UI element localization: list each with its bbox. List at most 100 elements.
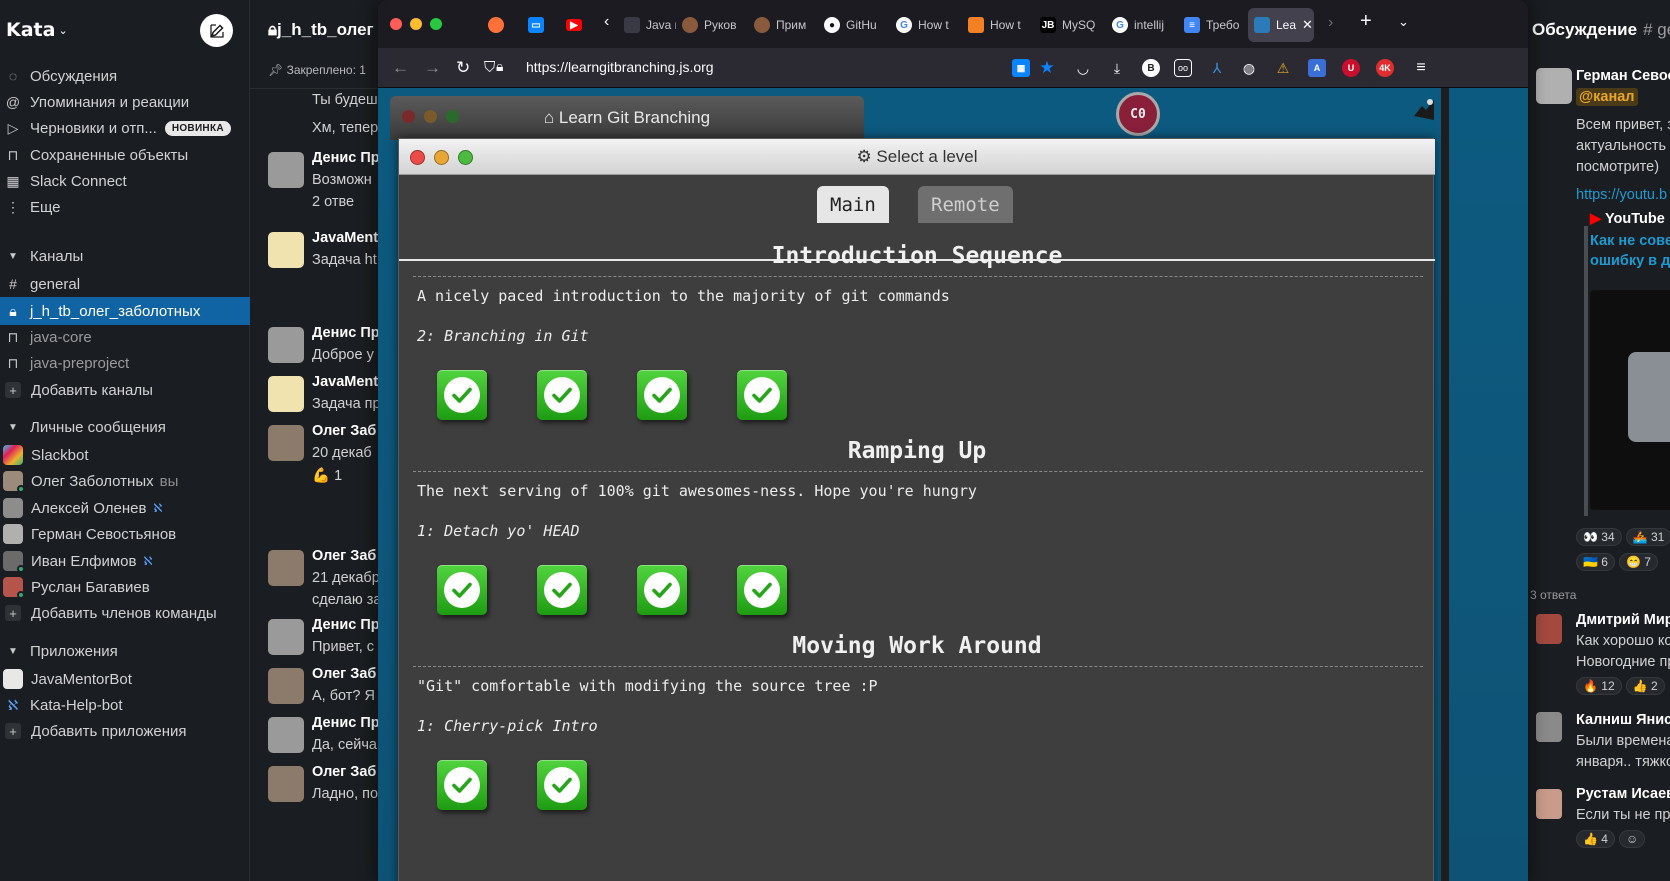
channels-section[interactable]: ▼ Каналы [0, 242, 250, 270]
nav-saved[interactable]: ⊓ Сохраненные объекты [0, 141, 250, 169]
close-window-button[interactable] [390, 18, 402, 30]
reaction[interactable]: 👍 4 [1576, 830, 1615, 848]
workspace-header[interactable]: Kata ⌄ [0, 0, 249, 60]
add-apps[interactable]: + Добавить приложения [0, 717, 250, 745]
tab-item[interactable]: Прим [754, 8, 820, 42]
message-author[interactable]: Герман Севост [1576, 68, 1670, 84]
back-icon[interactable]: ← [392, 58, 409, 78]
tab-scroll-right-icon[interactable]: › [1328, 14, 1333, 32]
extension-warn-icon[interactable]: ⚠ [1274, 59, 1292, 77]
nav-mentions[interactable]: @ Упоминания и реакции [0, 88, 250, 116]
message-author[interactable]: Рустам Исаев [1576, 786, 1670, 802]
reaction[interactable]: 🇺🇦 6 [1576, 553, 1615, 571]
chevron-down-icon[interactable]: ⌄ [58, 24, 67, 37]
tab-item[interactable]: ● GitHu [824, 8, 890, 42]
add-members[interactable]: + Добавить членов команды [0, 599, 250, 627]
pinned-bar[interactable]: 📌︎ Закреплено: 1 [268, 63, 366, 77]
tab-firefox[interactable] [488, 8, 504, 42]
tab-scroll-left-icon[interactable]: ‹ [604, 13, 609, 31]
message-author[interactable]: Денис Пр [312, 617, 380, 633]
tab-item[interactable]: Руков [682, 8, 748, 42]
level-button[interactable] [437, 760, 487, 810]
reaction[interactable]: 🔥 12 [1576, 677, 1622, 695]
level-button[interactable] [737, 370, 787, 420]
nav-more[interactable]: ⋮ Еще [0, 193, 250, 221]
message-author[interactable]: JavaMent [312, 374, 378, 390]
app-kata-help-bot[interactable]: ℵ Kata-Help-bot [0, 691, 250, 719]
add-channels[interactable]: + Добавить каналы [0, 376, 250, 404]
url-text[interactable]: https://learngitbranching.js.org [526, 59, 714, 75]
ublock-icon[interactable]: U [1342, 59, 1360, 77]
apps-section[interactable]: ▼ Приложения [0, 637, 250, 665]
download-icon[interactable]: ⤓ [1108, 59, 1126, 77]
mention-tag[interactable]: @канал [1576, 88, 1638, 106]
page-scrollbar[interactable] [1441, 88, 1449, 881]
bookmark-star-icon[interactable]: ★ [1038, 58, 1056, 77]
message-author[interactable]: Калниш Янис [1576, 712, 1670, 728]
video-title[interactable]: ошибку в де [1590, 253, 1670, 269]
reaction[interactable]: 👍 2 [1625, 677, 1665, 695]
channel-j-h-tb[interactable]: 🔒︎ j_h_tb_олег_заболотных [0, 297, 250, 325]
avatar[interactable] [1536, 789, 1562, 819]
containers-icon[interactable]: ▦ [1012, 59, 1030, 77]
level-button[interactable] [637, 565, 687, 615]
video-thumbnail[interactable] [1590, 290, 1670, 510]
message-author[interactable]: Денис Пр [312, 715, 380, 731]
message-author[interactable]: Денис Пр [312, 325, 380, 341]
youtube-link[interactable]: https://youtu.b [1576, 187, 1667, 203]
video-title[interactable]: Как не совер [1590, 233, 1670, 249]
tab-list-icon[interactable]: ⌄ [1398, 14, 1409, 30]
message-author[interactable]: Олег Заб [312, 548, 376, 564]
shield-icon[interactable]: ⛉ [484, 59, 495, 76]
tab-item[interactable]: How t [968, 8, 1034, 42]
dm-oleg[interactable]: Олег Заболотных вы [0, 467, 250, 495]
menu-icon[interactable]: ≡ [1412, 59, 1430, 77]
tab-chat[interactable]: ▭ [528, 8, 544, 42]
avatar[interactable] [1536, 614, 1562, 644]
reaction[interactable]: 😁 7 [1618, 553, 1658, 571]
extension-icon[interactable]: oo [1174, 59, 1192, 77]
channel-java-preproject[interactable]: ⊓ java-preproject [0, 349, 250, 377]
message-author[interactable]: Дмитрий Мир [1576, 612, 1670, 628]
compose-button[interactable] [200, 14, 233, 47]
dm-ivan[interactable]: Иван Елфимов ℵ [0, 547, 250, 575]
channel-java-core[interactable]: ⊓ java-core [0, 323, 250, 351]
forward-icon[interactable]: → [424, 58, 441, 78]
channel-title[interactable]: 🔒︎j_h_tb_олег [268, 20, 374, 40]
tab-item[interactable]: JB MySQ [1040, 8, 1106, 42]
lock-icon[interactable]: 🔒︎ [496, 58, 503, 75]
tab-item[interactable]: G How t [896, 8, 962, 42]
dm-slackbot[interactable]: Slackbot [0, 441, 250, 469]
level-button[interactable] [537, 565, 587, 615]
message-author[interactable]: Олег Заб [312, 666, 376, 682]
translate-icon[interactable]: A [1308, 59, 1326, 77]
reaction[interactable]: 🚣 31 [1625, 528, 1670, 546]
level-button[interactable] [537, 370, 587, 420]
message-author[interactable]: Олег Заб [312, 423, 376, 439]
nav-slack-connect[interactable]: ▦ Slack Connect [0, 167, 250, 195]
tab-item[interactable]: Java и [624, 8, 676, 42]
tab-item[interactable]: Gintellij [1112, 8, 1178, 42]
pocket-icon[interactable]: ◡ [1074, 59, 1092, 77]
dm-german[interactable]: Герман Севостьянов [0, 520, 250, 548]
tab-remote[interactable]: Remote [918, 186, 1013, 223]
level-button[interactable] [437, 370, 487, 420]
dm-aleksey[interactable]: Алексей Оленев ℵ [0, 494, 250, 522]
nav-drafts[interactable]: ▷ Черновики и отп... НОВИНКА [0, 114, 250, 142]
commit-node[interactable]: C0 [1116, 92, 1160, 136]
avatar[interactable] [1536, 712, 1562, 742]
4k-icon[interactable]: 4K [1376, 59, 1394, 77]
dm-section[interactable]: ▼ Личные сообщения [0, 413, 250, 441]
message-author[interactable]: Олег Заб [312, 764, 376, 780]
nav-threads[interactable]: ◌ Обсуждения [0, 62, 250, 90]
reaction[interactable]: 👀 34 [1576, 528, 1622, 546]
level-button[interactable] [737, 565, 787, 615]
extension-b-icon[interactable]: B [1142, 59, 1160, 77]
level-button[interactable] [437, 565, 487, 615]
channel-general[interactable]: # general [0, 270, 250, 298]
new-tab-icon[interactable]: + [1360, 10, 1372, 33]
minimize-window-button[interactable] [410, 18, 422, 30]
tab-youtube[interactable]: ▶ [566, 8, 582, 42]
tab-item[interactable]: ≡ Требо [1184, 8, 1246, 42]
replies-link[interactable]: 2 отве [312, 194, 354, 210]
